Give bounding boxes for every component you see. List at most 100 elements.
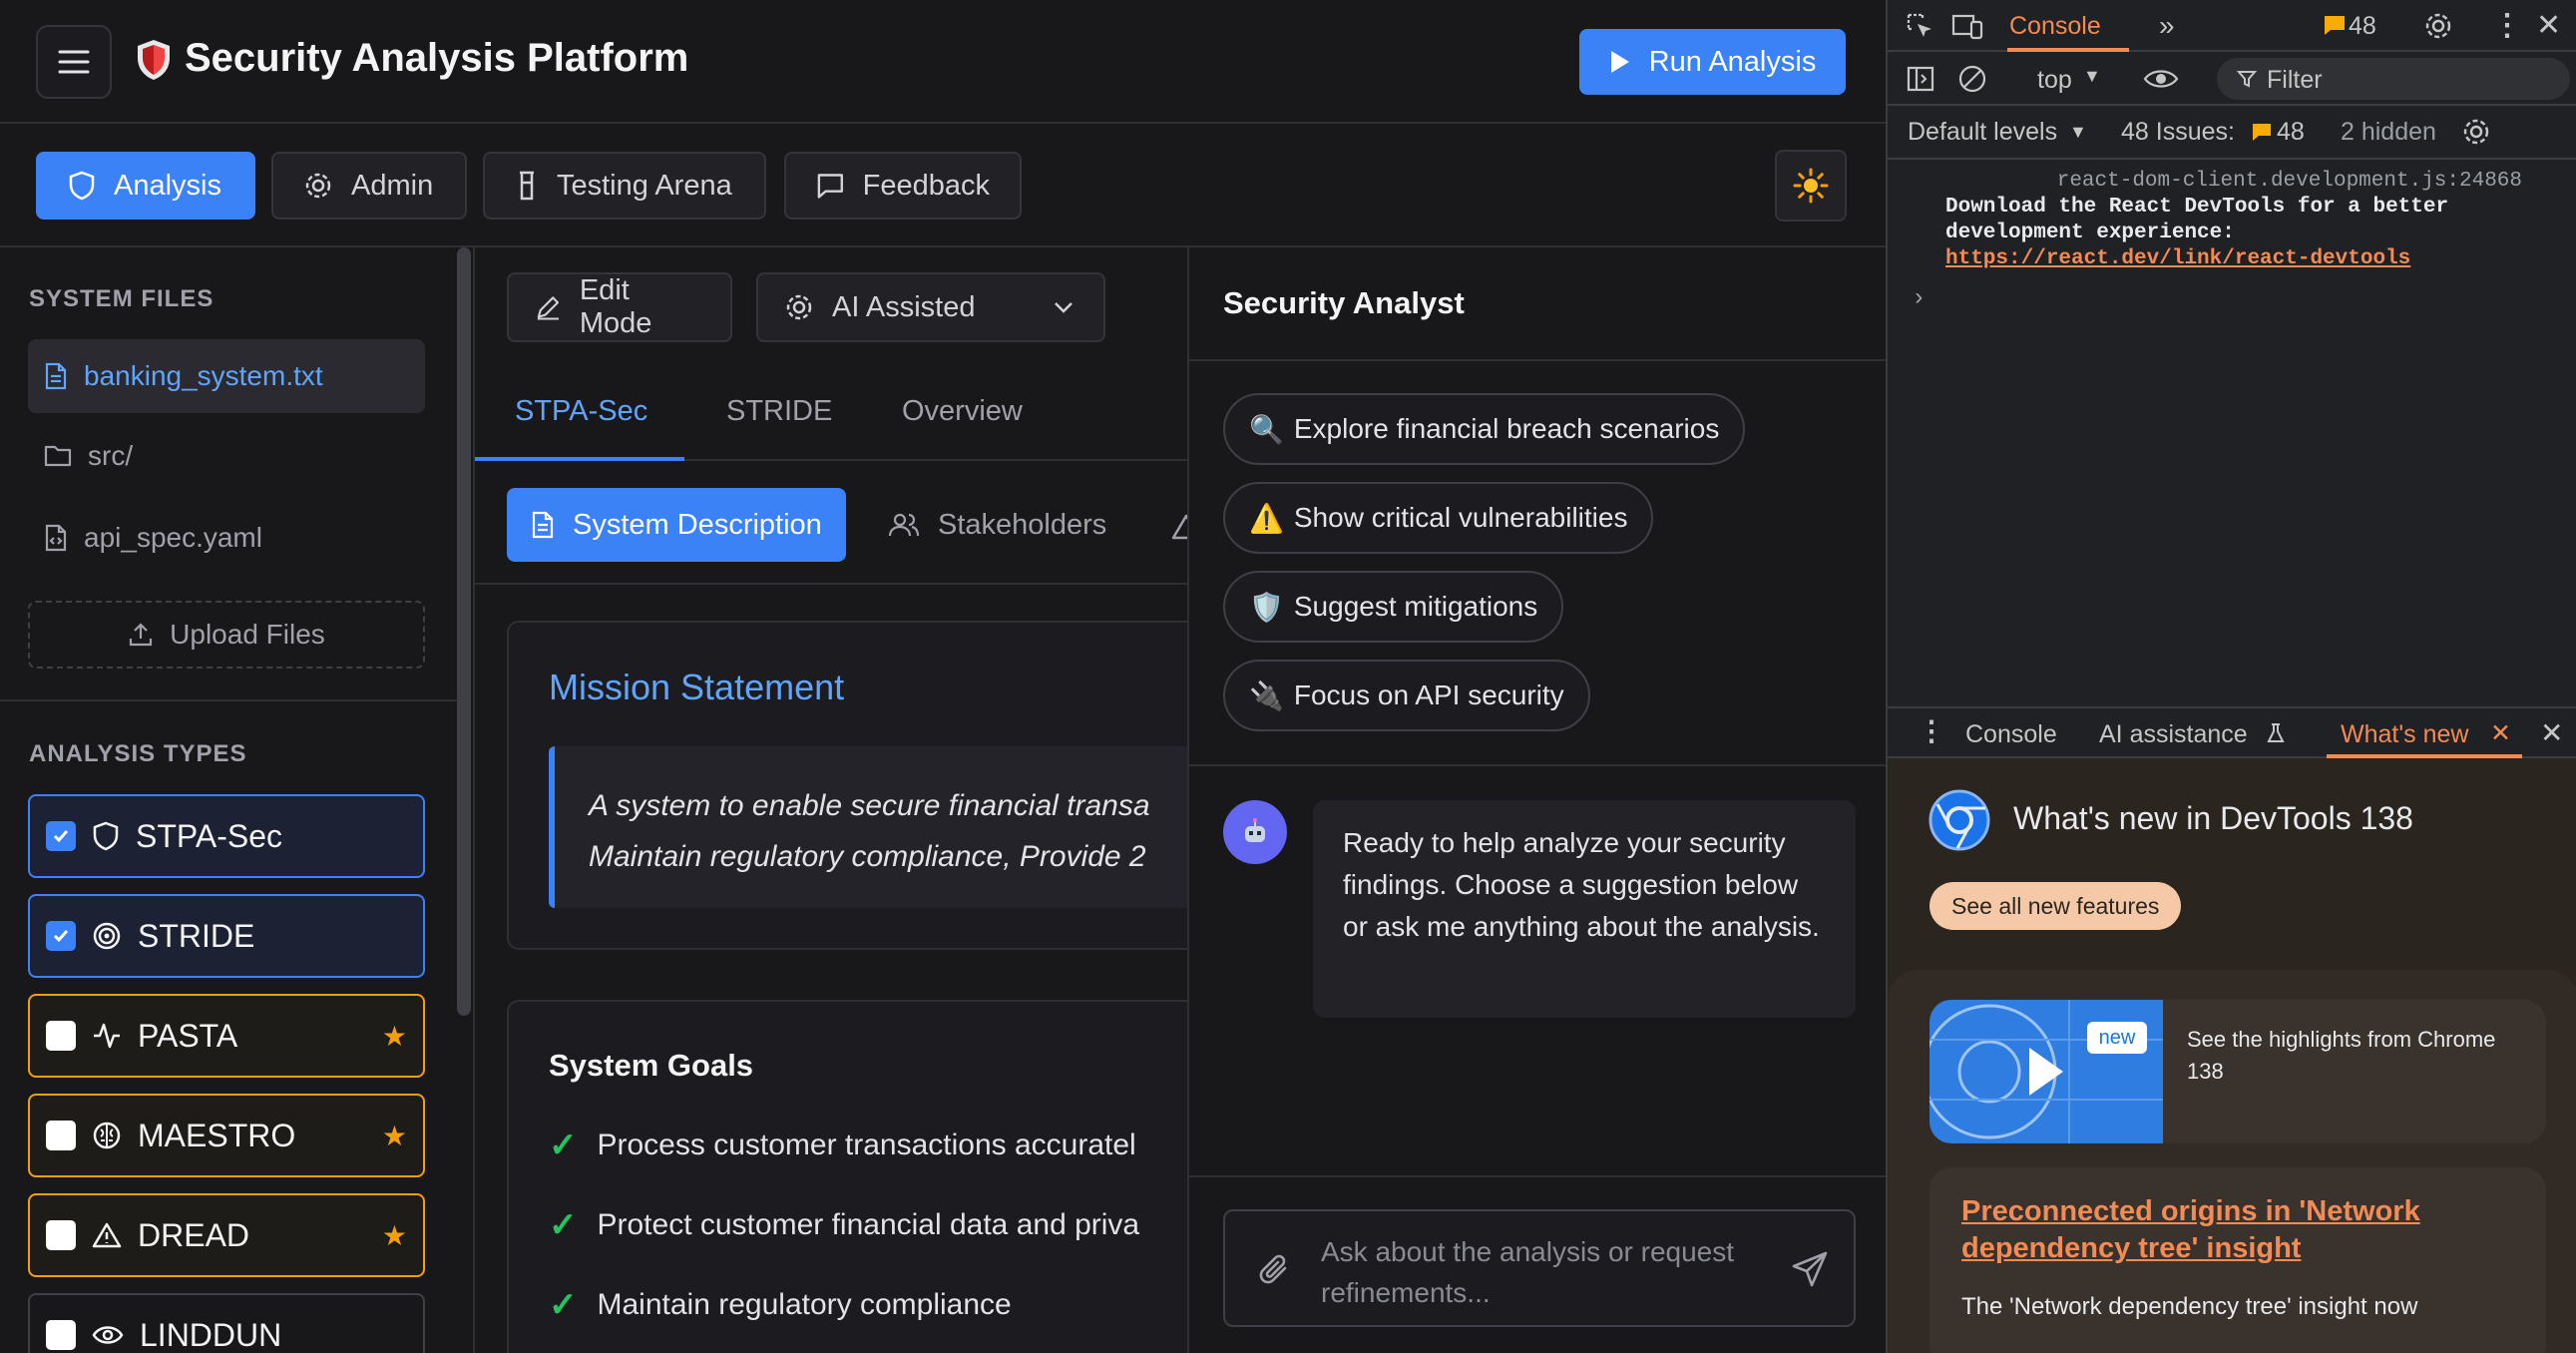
analysis-type-pasta[interactable]: PASTA ★ (28, 994, 425, 1078)
more-tabs-icon[interactable]: » (2159, 10, 2175, 42)
paperclip-icon[interactable] (1259, 1251, 1293, 1289)
upload-files-button[interactable]: Upload Files (28, 601, 425, 669)
drawer-tab-whats-new[interactable]: What's new ✕ (2327, 708, 2522, 758)
clear-console-icon[interactable] (1957, 64, 1987, 94)
center-panel: Edit Mode AI Assisted STPA-Sec STRIDE Ov… (475, 247, 1189, 1353)
edit-mode-button[interactable]: Edit Mode (507, 272, 732, 342)
live-expression-icon[interactable] (2143, 66, 2179, 92)
kebab-menu-icon[interactable]: ⋮ (2492, 8, 2522, 43)
sun-icon (1793, 168, 1829, 204)
brain-icon (93, 1122, 121, 1149)
search-icon: 🔍 (1249, 413, 1284, 445)
file-api-spec[interactable]: api_spec.yaml (28, 501, 425, 575)
tab-feedback[interactable]: Feedback (784, 152, 1022, 220)
settings-icon[interactable] (2422, 10, 2454, 42)
device-toggle-icon[interactable] (1951, 12, 1983, 42)
activity-icon (94, 1023, 120, 1049)
see-all-features-button[interactable]: See all new features (1930, 882, 2182, 930)
close-drawer-icon[interactable]: ✕ (2540, 716, 2563, 749)
system-files-heading: SYSTEM FILES (29, 285, 215, 312)
pencil-icon (537, 296, 560, 320)
edit-mode-label: Edit Mode (579, 274, 652, 339)
drawer-tab-console[interactable]: Console (1965, 720, 2057, 749)
analysis-type-maestro[interactable]: MAESTRO ★ (28, 1094, 425, 1177)
suggestion-chip-mitigations[interactable]: 🛡️ Suggest mitigations (1223, 571, 1564, 643)
suggestion-chip-api[interactable]: 🔌 Focus on API security (1223, 660, 1590, 731)
drawer-menu-icon[interactable]: ⋮ (1918, 714, 1945, 747)
context-select[interactable]: top (2037, 66, 2072, 95)
issues-count[interactable]: 48 (2277, 118, 2305, 147)
gear-icon (305, 173, 331, 199)
subtab-system-description[interactable]: System Description (507, 488, 846, 562)
file-banking-system[interactable]: banking_system.txt (28, 339, 425, 413)
file-code-icon (45, 524, 67, 552)
console-levels-bar: Default levels ▼ 48 Issues: 48 2 hidden (1888, 106, 2576, 160)
shield-icon (69, 171, 95, 201)
article-title-link[interactable]: Preconnected origins in 'Network depende… (1961, 1193, 2520, 1267)
suggestion-chip-breach[interactable]: 🔍 Explore financial breach scenarios (1223, 393, 1746, 465)
flask-icon (2267, 723, 2285, 742)
folder-icon (44, 445, 72, 467)
console-prompt-icon[interactable]: › (1912, 285, 1926, 312)
ai-mode-select[interactable]: AI Assisted (756, 272, 1105, 342)
subtab-label: System Description (573, 508, 822, 541)
checkbox-stpa-sec[interactable] (46, 821, 76, 851)
tab-stpa-sec[interactable]: STPA-Sec (515, 395, 647, 428)
flask-icon (520, 171, 534, 201)
analysis-type-label: DREAD (138, 1216, 250, 1253)
sidebar-scrollbar[interactable] (457, 247, 471, 1016)
file-src[interactable]: src/ (28, 419, 425, 493)
framework-tabs: STPA-Sec STRIDE Overview (475, 371, 1189, 461)
checkbox-stride[interactable] (46, 921, 76, 951)
video-thumbnail[interactable]: new (1930, 1000, 2163, 1143)
highlights-text: See the highlights from Chrome 138 (2187, 1027, 2496, 1084)
drawer-tab-ai-assistance[interactable]: AI assistance (2099, 720, 2248, 749)
tab-testing-arena[interactable]: Testing Arena (483, 152, 766, 220)
levels-select[interactable]: Default levels (1908, 118, 2057, 147)
devtools-tab-console[interactable]: Console (2007, 0, 2129, 52)
premium-star-icon: ★ (381, 1021, 407, 1052)
console-filter-input[interactable]: Filter (2217, 58, 2570, 100)
mission-statement-text: A system to enable secure financial tran… (549, 746, 1189, 908)
inspect-element-icon[interactable] (1906, 12, 1935, 42)
checkbox-pasta[interactable] (46, 1021, 76, 1051)
checkbox-dread[interactable] (46, 1220, 76, 1250)
tab-stride[interactable]: STRIDE (726, 395, 832, 428)
tab-admin[interactable]: Admin (271, 152, 467, 220)
chat-input[interactable]: Ask about the analysis or request refine… (1223, 1209, 1856, 1327)
analysis-type-linddun[interactable]: LINDDUN (28, 1293, 425, 1353)
close-tab-icon[interactable]: ✕ (2490, 718, 2511, 748)
app-root: Security Analysis Platform Run Analysis … (0, 0, 1886, 1353)
highlights-card[interactable]: new See the highlights from Chrome 138 (1930, 1000, 2546, 1143)
article-card[interactable]: Preconnected origins in 'Network depende… (1930, 1167, 2546, 1353)
analysis-type-stpa-sec[interactable]: STPA-Sec (28, 794, 425, 878)
log-source-link[interactable]: react-dom-client.development.js:24868 (2057, 170, 2522, 193)
suggestion-chip-vulnerabilities[interactable]: ⚠️ Show critical vulnerabilities (1223, 482, 1654, 554)
run-analysis-button[interactable]: Run Analysis (1579, 29, 1846, 95)
tab-overview[interactable]: Overview (902, 395, 1023, 428)
send-icon[interactable] (1790, 1249, 1830, 1289)
console-settings-icon[interactable] (2460, 116, 2492, 148)
theme-toggle-button[interactable] (1775, 150, 1847, 222)
log-link[interactable]: https://react.dev/link/react-devtools (1945, 247, 2410, 270)
hidden-count: 2 hidden (2341, 118, 2436, 146)
assistant-message: Ready to help analyze your security find… (1313, 800, 1856, 1018)
chat-divider (1189, 1175, 1886, 1177)
checkbox-linddun[interactable] (46, 1320, 76, 1350)
sidebar-toggle-icon[interactable] (1906, 64, 1935, 94)
menu-button[interactable] (36, 25, 112, 99)
analysis-type-dread[interactable]: DREAD ★ (28, 1193, 425, 1277)
file-text-icon (45, 362, 67, 390)
console-output: react-dom-client.development.js:24868 Do… (1888, 160, 2576, 706)
article-body: The 'Network dependency tree' insight no… (1961, 1293, 2418, 1320)
tab-analysis[interactable]: Analysis (36, 152, 255, 220)
issues-badge[interactable]: 48 (2349, 12, 2376, 41)
analysis-type-stride[interactable]: STRIDE (28, 894, 425, 978)
goal-item: ✓ Maintain regulatory compliance (549, 1285, 1012, 1325)
tab-feedback-label: Feedback (862, 169, 990, 202)
context-dropdown-icon[interactable]: ▼ (2083, 66, 2101, 87)
close-devtools-icon[interactable]: ✕ (2536, 8, 2561, 43)
levels-dropdown-icon[interactable]: ▼ (2069, 122, 2087, 143)
checkbox-maestro[interactable] (46, 1121, 76, 1150)
subtab-stakeholders[interactable]: Stakeholders (864, 488, 1130, 562)
